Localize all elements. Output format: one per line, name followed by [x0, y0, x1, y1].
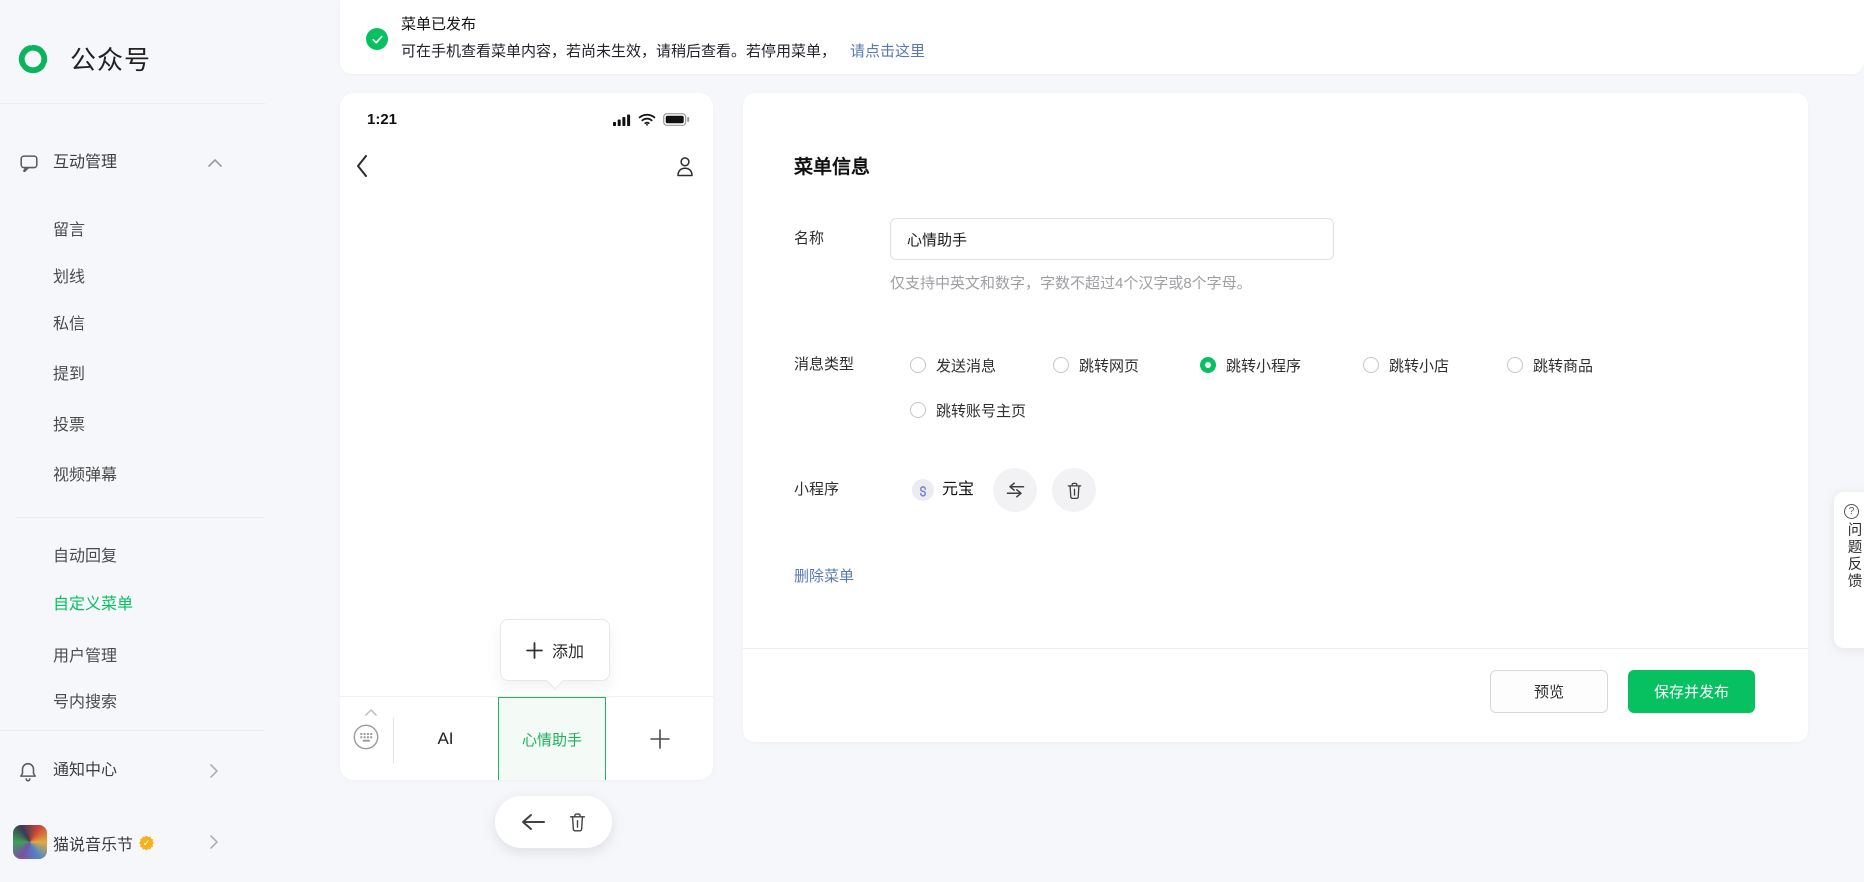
phone-menu-bar: AI 心情助手	[340, 696, 713, 780]
verified-badge-icon: ✓	[139, 835, 155, 851]
divider	[16, 517, 265, 518]
panel-title: 菜单信息	[794, 157, 871, 178]
plus-icon	[526, 641, 543, 659]
menu-tab-add[interactable]	[606, 697, 713, 780]
remove-miniprogram-button[interactable]	[1052, 468, 1096, 512]
sidebar-item-comments[interactable]: 留言	[53, 220, 85, 242]
miniprogram-label: 小程序	[794, 481, 840, 498]
sidebar-item-custom-menu[interactable]: 自定义菜单	[53, 594, 133, 616]
name-hint: 仅支持中英文和数字，字数不超过4个汉字或8个字母。	[890, 275, 1252, 292]
swap-miniprogram-button[interactable]	[993, 468, 1037, 512]
feedback-flap[interactable]: ? 问 题 反 馈	[1834, 492, 1864, 648]
battery-icon	[663, 113, 690, 126]
radio-icon	[1507, 357, 1523, 373]
radio-option-jump-product[interactable]: 跳转商品	[1507, 356, 1593, 375]
wifi-icon	[638, 113, 656, 126]
radio-option-jump-webpage[interactable]: 跳转网页	[1053, 356, 1139, 375]
radio-icon	[1053, 357, 1069, 373]
back-chevron-icon[interactable]	[356, 155, 368, 177]
banner-title: 菜单已发布	[401, 16, 477, 33]
miniprogram-name: 元宝	[942, 481, 975, 498]
chevron-right-icon	[210, 764, 218, 778]
app-title: 公众号	[70, 45, 152, 75]
phone-clock: 1:21	[367, 111, 398, 128]
radio-option-jump-profile[interactable]: 跳转账号主页	[910, 401, 1026, 420]
menu-editor-panel: 菜单信息 名称 仅支持中英文和数字，字数不超过4个汉字或8个字母。 消息类型 发…	[743, 93, 1808, 742]
publish-success-banner: 菜单已发布 可在手机查看菜单内容，若尚未生效，请稍后查看。若停用菜单， 请点击这…	[340, 0, 1864, 74]
sidebar-group-interaction[interactable]: 互动管理	[53, 152, 117, 174]
message-type-label: 消息类型	[794, 356, 855, 373]
radio-icon	[910, 402, 926, 418]
preview-button[interactable]: 预览	[1490, 670, 1608, 713]
swap-arrows-icon	[1006, 482, 1025, 498]
undo-arrow-icon[interactable]	[520, 813, 546, 831]
question-icon: ?	[1844, 504, 1859, 519]
keyboard-icon[interactable]	[353, 724, 379, 750]
radio-option-jump-store[interactable]: 跳转小店	[1363, 356, 1449, 375]
signal-icon	[613, 114, 631, 126]
divider	[0, 103, 265, 104]
brand-logo-row: 公众号	[15, 40, 151, 77]
miniprogram-logo-icon	[912, 479, 934, 501]
plus-icon	[649, 728, 671, 750]
chevron-up-icon	[208, 159, 222, 167]
radio-icon	[1363, 357, 1379, 373]
page: 公众号 互动管理 留言 划线 私信 提到 投票 视频弹幕 自动回复 自定义菜单 …	[0, 0, 1864, 882]
radio-option-jump-miniprogram[interactable]: 跳转小程序	[1200, 356, 1301, 375]
radio-selected-icon	[1200, 357, 1216, 373]
wechat-official-account-logo-icon	[15, 41, 51, 77]
menu-name-input[interactable]	[890, 218, 1334, 260]
bell-icon	[17, 759, 39, 783]
sidebar-item-account-search[interactable]: 号内搜索	[53, 692, 117, 714]
banner-body-text: 可在手机查看菜单内容，若尚未生效，请稍后查看。若停用菜单，	[401, 43, 837, 60]
delete-menu-link[interactable]: 删除菜单	[794, 566, 854, 587]
disable-menu-link[interactable]: 请点击这里	[850, 41, 925, 62]
trash-icon	[1066, 481, 1083, 500]
check-circle-icon	[366, 28, 388, 50]
sidebar-item-underline[interactable]: 划线	[53, 267, 85, 289]
chat-bubble-icon	[18, 152, 40, 174]
sidebar-item-votes[interactable]: 投票	[53, 415, 85, 437]
sidebar-item-notification-center[interactable]: 通知中心	[53, 760, 117, 782]
sidebar-item-private-msg[interactable]: 私信	[53, 314, 85, 336]
banner-body-row: 可在手机查看菜单内容，若尚未生效，请稍后查看。若停用菜单， 请点击这里	[401, 41, 925, 62]
person-icon[interactable]	[673, 154, 697, 179]
radio-icon	[910, 357, 926, 373]
account-name: 猫说音乐节	[53, 837, 134, 854]
feedback-vertical-label: 问 题 反 馈	[1847, 523, 1863, 590]
popup-caret	[546, 672, 564, 689]
account-row[interactable]: 猫说音乐节 ✓	[53, 831, 155, 855]
radio-option-send-message[interactable]: 发送消息	[910, 356, 996, 375]
name-label: 名称	[794, 230, 825, 247]
sidebar-item-user-management[interactable]: 用户管理	[53, 646, 117, 668]
save-and-publish-button[interactable]: 保存并发布	[1628, 670, 1755, 713]
phone-preview: 1:21 添加 AI 心情助手	[340, 93, 713, 780]
divider	[0, 730, 265, 731]
caret-up-icon	[365, 709, 377, 716]
trash-icon[interactable]	[568, 811, 587, 833]
account-avatar	[13, 825, 47, 859]
phone-status-icons	[613, 113, 690, 126]
add-menu-button[interactable]: 添加	[500, 619, 610, 689]
menu-tab-ai[interactable]: AI	[393, 697, 498, 780]
menu-tab-active[interactable]: 心情助手	[498, 697, 606, 780]
sidebar-item-mentions[interactable]: 提到	[53, 364, 85, 386]
chevron-right-icon	[210, 835, 218, 849]
divider	[743, 648, 1808, 649]
sidebar-item-video-danmu[interactable]: 视频弹幕	[53, 465, 117, 487]
sidebar-item-auto-reply[interactable]: 自动回复	[53, 546, 117, 568]
add-menu-label: 添加	[551, 644, 584, 661]
menu-edit-toolbar	[495, 796, 612, 848]
